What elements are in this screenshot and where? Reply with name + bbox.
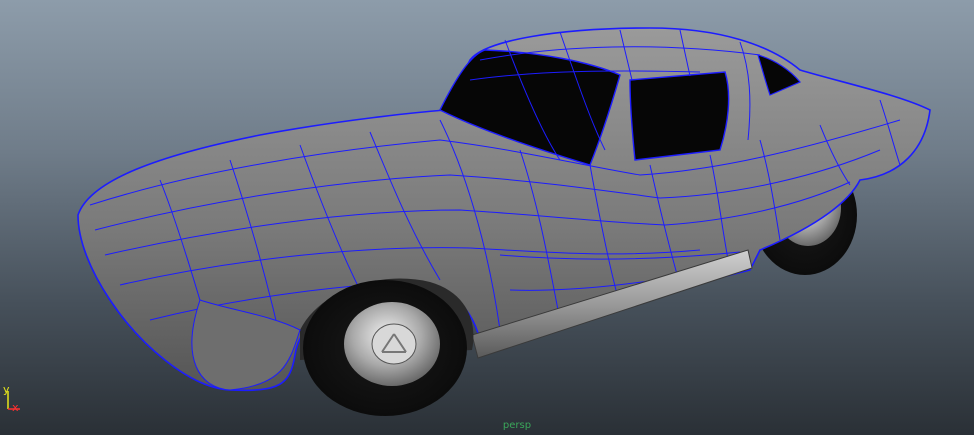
- camera-name-label: persp: [502, 420, 532, 431]
- car-model-scene[interactable]: [0, 0, 974, 435]
- x-axis-label: x: [12, 401, 19, 414]
- side-window: [629, 71, 730, 161]
- maya-perspective-viewport[interactable]: y x persp: [0, 0, 974, 435]
- front-wheel: [303, 280, 467, 416]
- y-axis-label: y: [3, 383, 10, 396]
